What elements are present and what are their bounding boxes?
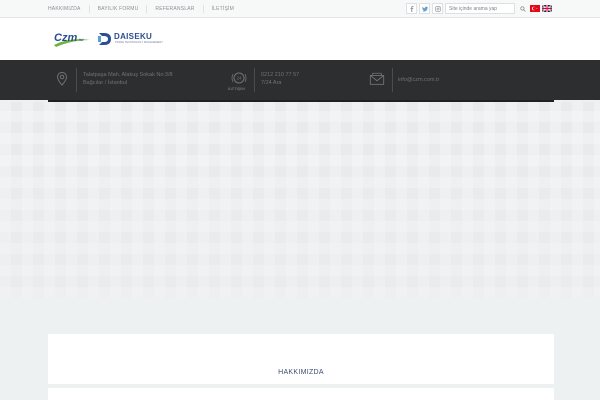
hero-slider-area xyxy=(0,102,600,298)
email-address[interactable]: info@czm.com.tr xyxy=(398,76,439,84)
contact-band: Talatpaşa Mah. Alakuş Sokak No:3/8 Bağcı… xyxy=(0,60,600,100)
hero-overlay xyxy=(0,102,600,298)
logo-primary-text: Czm xyxy=(54,32,77,44)
svg-text:24: 24 xyxy=(236,76,242,81)
nav-link-bayilik-formu[interactable]: BAYILIK FORMU xyxy=(90,5,148,13)
phone-badge-label: İLETİŞİM xyxy=(228,86,245,91)
instagram-button[interactable] xyxy=(432,3,443,14)
contact-divider xyxy=(76,68,77,92)
logo-secondary-text: DAISEKU xyxy=(114,32,153,41)
nav-link-hakkimizda[interactable]: HAKKIMIZDA xyxy=(46,5,90,13)
logo-secondary-tagline: TRADE TECHNOLOGY MANAGEMENT xyxy=(115,41,163,44)
facebook-button[interactable] xyxy=(406,3,417,14)
site-search-input[interactable] xyxy=(445,3,515,14)
top-navigation: HAKKIMIZDA BAYILIK FORMU REFERANSLAR İLE… xyxy=(46,0,242,18)
english-flag-icon[interactable] xyxy=(542,5,552,12)
content-panel-lower xyxy=(48,388,554,400)
turkish-flag-icon[interactable] xyxy=(530,5,540,12)
contact-divider xyxy=(392,68,393,92)
phone-hours: 7/24 Ara xyxy=(261,80,282,86)
section-title: HAKKIMIZDA xyxy=(278,369,324,376)
contact-divider xyxy=(254,68,255,92)
nav-link-iletisim[interactable]: İLETİŞİM xyxy=(204,5,242,13)
nav-link-referanslar[interactable]: REFERANSLAR xyxy=(147,5,204,13)
content-panel: HAKKIMIZDA xyxy=(48,334,554,384)
daiseku-logo[interactable]: DAISEKU TRADE TECHNOLOGY MANAGEMENT xyxy=(98,32,163,46)
facebook-icon xyxy=(410,5,413,12)
phone-number[interactable]: 0212 210 77 57 xyxy=(261,71,299,79)
location-pin-icon xyxy=(56,71,68,86)
twitter-icon xyxy=(421,6,428,12)
contact-band-inner: Talatpaşa Mah. Alakuş Sokak No:3/8 Bağcı… xyxy=(48,60,554,100)
instagram-icon xyxy=(434,5,441,12)
address-line-1: Talatpaşa Mah. Alakuş Sokak No:3/8 xyxy=(83,72,173,78)
twitter-button[interactable] xyxy=(419,3,430,14)
search-button[interactable] xyxy=(517,3,528,14)
search-icon xyxy=(519,5,526,12)
mail-envelope-icon xyxy=(369,72,385,85)
czm-logo[interactable]: Czm ltd xyxy=(52,29,92,49)
daiseku-mark-icon xyxy=(98,33,111,45)
top-bar: HAKKIMIZDA BAYILIK FORMU REFERANSLAR İLE… xyxy=(0,0,600,18)
top-right-tools xyxy=(406,2,552,15)
address-line-2: Bağcılar / İstanbul xyxy=(83,80,128,86)
